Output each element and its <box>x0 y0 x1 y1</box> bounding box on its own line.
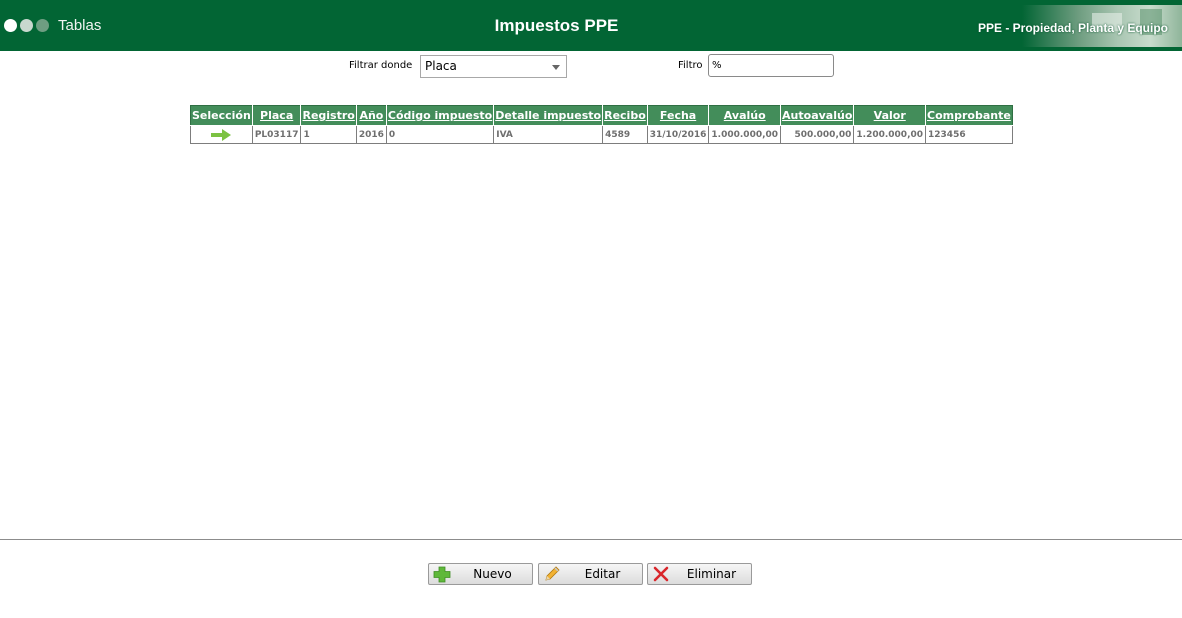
edit-button[interactable]: Editar <box>538 563 643 585</box>
arrow-right-icon <box>211 128 232 141</box>
column-header-anio[interactable]: Año <box>355 105 387 126</box>
filter-label: Filtro <box>678 60 703 71</box>
cell-codigo-impuesto: 0 <box>385 125 495 144</box>
table-row: PL03117 1 2016 0 IVA 4589 31/10/2016 1.0… <box>190 125 1013 144</box>
cell-recibo: 4589 <box>602 125 648 144</box>
cell-registro: 1 <box>300 125 357 144</box>
cell-valor: 1.200.000,00 <box>853 125 927 144</box>
filter-where-select[interactable]: Placa <box>420 55 567 78</box>
cell-placa: PL03117 <box>251 125 302 144</box>
new-button-label: Nuevo <box>473 567 512 581</box>
page: Tablas Impuestos PPE PPE - Propiedad, Pl… <box>0 0 1182 618</box>
cell-autoavaluo: 500.000,00 <box>780 125 855 144</box>
cell-avaluo: 1.000.000,00 <box>708 125 782 144</box>
taxes-table: Selección Placa Registro Año Código impu… <box>190 105 1013 144</box>
pencil-icon <box>545 566 560 581</box>
column-header-autoavaluo[interactable]: Autoavalúo <box>780 105 855 126</box>
column-header-avaluo[interactable]: Avalúo <box>708 105 782 126</box>
column-header-detalle-impuesto[interactable]: Detalle impuesto <box>493 105 604 126</box>
filter-where-value: Placa <box>425 59 457 73</box>
footer-divider <box>0 539 1182 540</box>
column-header-seleccion: Selección <box>190 105 253 126</box>
page-title: Impuestos PPE <box>494 16 619 35</box>
cell-anio: 2016 <box>355 125 387 144</box>
column-header-fecha[interactable]: Fecha <box>646 105 710 126</box>
select-row-button[interactable] <box>190 125 253 144</box>
cell-comprobante: 123456 <box>925 125 1013 144</box>
column-header-valor[interactable]: Valor <box>853 105 927 126</box>
delete-button[interactable]: Eliminar <box>647 563 752 585</box>
column-header-registro[interactable]: Registro <box>300 105 357 126</box>
filter-where-label: Filtrar donde <box>349 60 413 71</box>
cell-detalle-impuesto: IVA <box>493 125 604 144</box>
new-button[interactable]: Nuevo <box>428 563 533 585</box>
table-header-row: Selección Placa Registro Año Código impu… <box>190 105 1013 126</box>
plus-icon <box>433 566 451 583</box>
filter-input[interactable] <box>708 54 834 77</box>
column-header-codigo-impuesto[interactable]: Código impuesto <box>385 105 495 126</box>
header-bar: Tablas Impuestos PPE PPE - Propiedad, Pl… <box>0 0 1182 51</box>
module-name: PPE - Propiedad, Planta y Equipo <box>977 21 1168 35</box>
delete-button-label: Eliminar <box>686 567 737 581</box>
edit-button-label: Editar <box>584 567 621 581</box>
x-icon <box>653 566 669 582</box>
cell-fecha: 31/10/2016 <box>646 125 710 144</box>
column-header-comprobante[interactable]: Comprobante <box>925 105 1013 126</box>
column-header-placa[interactable]: Placa <box>251 105 302 126</box>
chevron-down-icon <box>552 65 560 70</box>
column-header-recibo[interactable]: Recibo <box>602 105 648 126</box>
